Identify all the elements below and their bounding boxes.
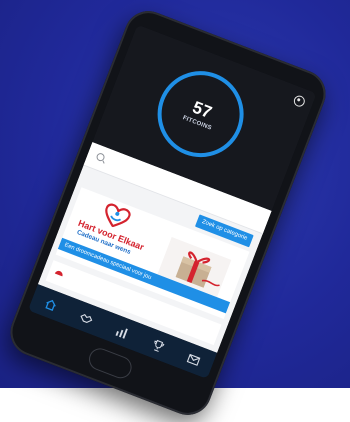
handshake-icon [80,313,93,323]
tab-rewards[interactable] [144,331,172,359]
tab-messages[interactable] [180,345,208,373]
tab-home[interactable] [37,290,65,318]
home-icon [45,299,56,311]
tab-partners[interactable] [72,304,100,332]
trophy-icon [154,339,165,352]
tab-stats[interactable] [108,317,136,345]
next-card-mark [54,269,64,277]
fitcoins-ring: 57 FITCOINS [145,58,257,170]
stats-icon [116,328,129,339]
mail-icon [187,353,201,366]
search-icon[interactable] [95,151,106,163]
fitcoins-value: 57 [189,97,215,123]
phone-home-button [85,345,135,382]
account-icon[interactable] [292,94,307,109]
